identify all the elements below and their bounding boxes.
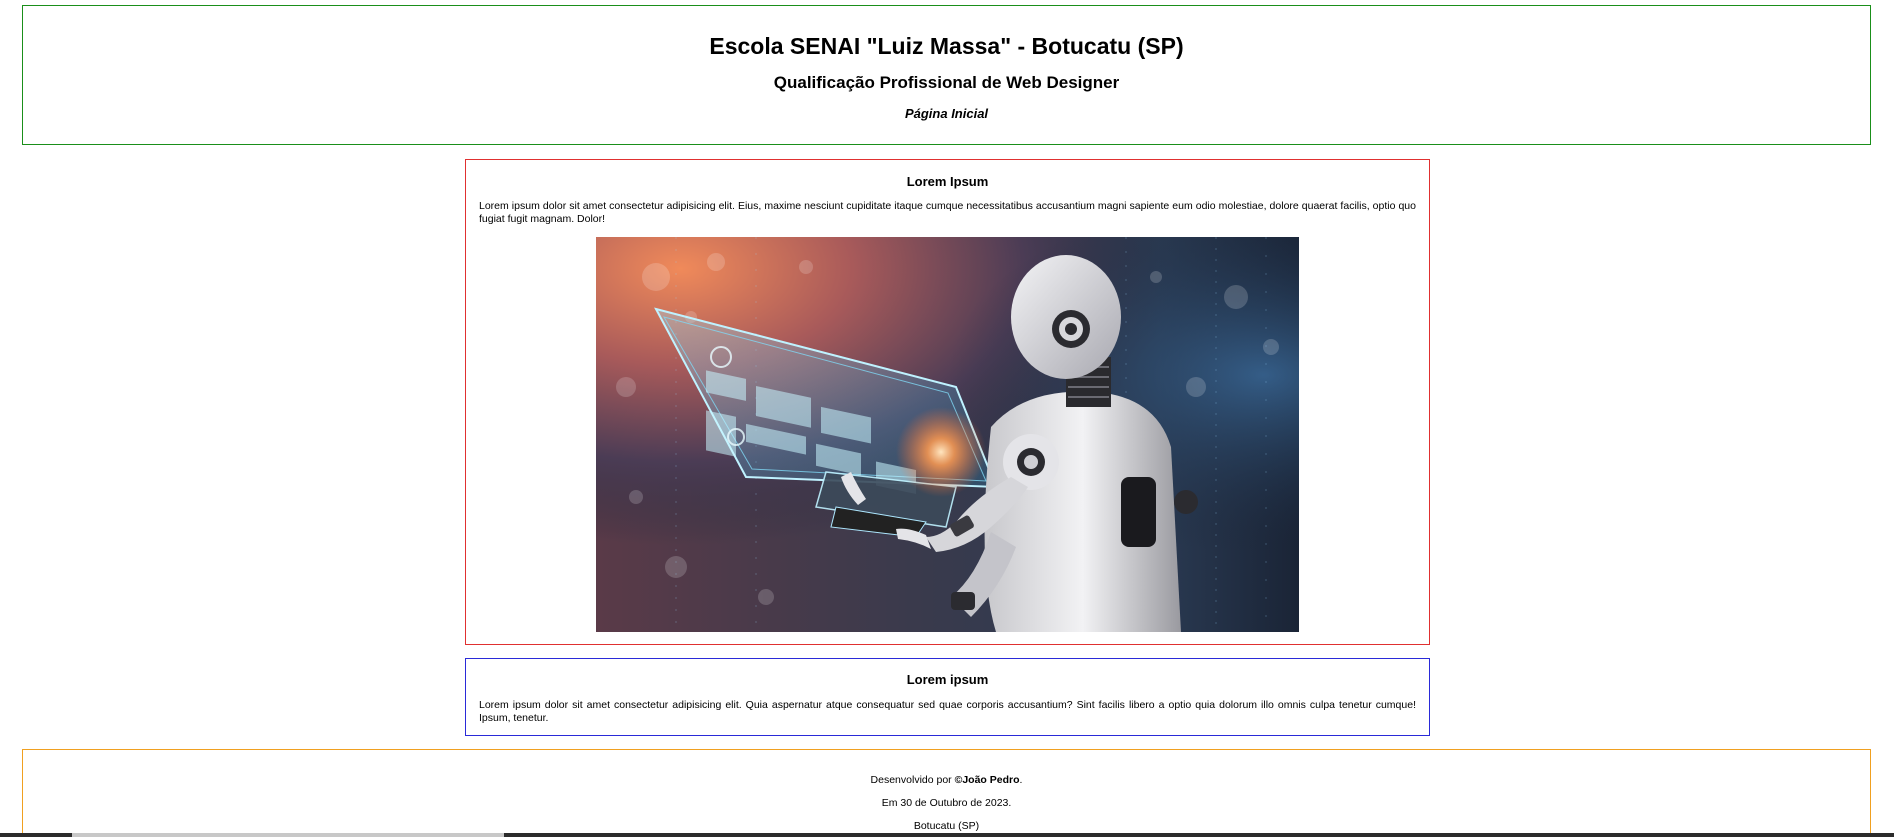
- article-heading: Lorem Ipsum: [906, 174, 989, 189]
- article-text: Lorem ipsum dolor sit amet consectetur a…: [479, 200, 1416, 225]
- site-footer: Desenvolvido por ©João Pedro. Em 30 de O…: [22, 749, 1871, 837]
- page: Escola SENAI "Luiz Massa" - Botucatu (SP…: [0, 0, 1894, 837]
- footer-credit: Desenvolvido por ©João Pedro.: [23, 774, 1870, 786]
- site-title: Escola SENAI "Luiz Massa" - Botucatu (SP…: [709, 33, 1184, 59]
- site-header: Escola SENAI "Luiz Massa" - Botucatu (SP…: [22, 5, 1871, 145]
- footer-date: Em 30 de Outubro de 2023.: [881, 797, 1012, 809]
- article-lorem-ipsum-text: Lorem ipsum Lorem ipsum dolor sit amet c…: [465, 658, 1430, 736]
- robot-holographic-screen-image: [596, 237, 1299, 632]
- horizontal-scrollbar[interactable]: [0, 833, 1894, 837]
- footer-credit-prefix: Desenvolvido por: [870, 774, 955, 786]
- footer-city: Botucatu (SP): [913, 820, 980, 832]
- footer-credit-suffix: .: [1019, 774, 1023, 786]
- scrollbar-thumb[interactable]: [72, 833, 504, 837]
- article-heading: Lorem ipsum: [906, 672, 989, 687]
- page-name: Página Inicial: [904, 106, 989, 121]
- site-subtitle: Qualificação Profissional de Web Designe…: [773, 73, 1120, 92]
- footer-author: ©João Pedro: [954, 774, 1020, 786]
- article-text: Lorem ipsum dolor sit amet consectetur a…: [479, 699, 1416, 724]
- article-lorem-ipsum-image: Lorem Ipsum Lorem ipsum dolor sit amet c…: [465, 159, 1430, 645]
